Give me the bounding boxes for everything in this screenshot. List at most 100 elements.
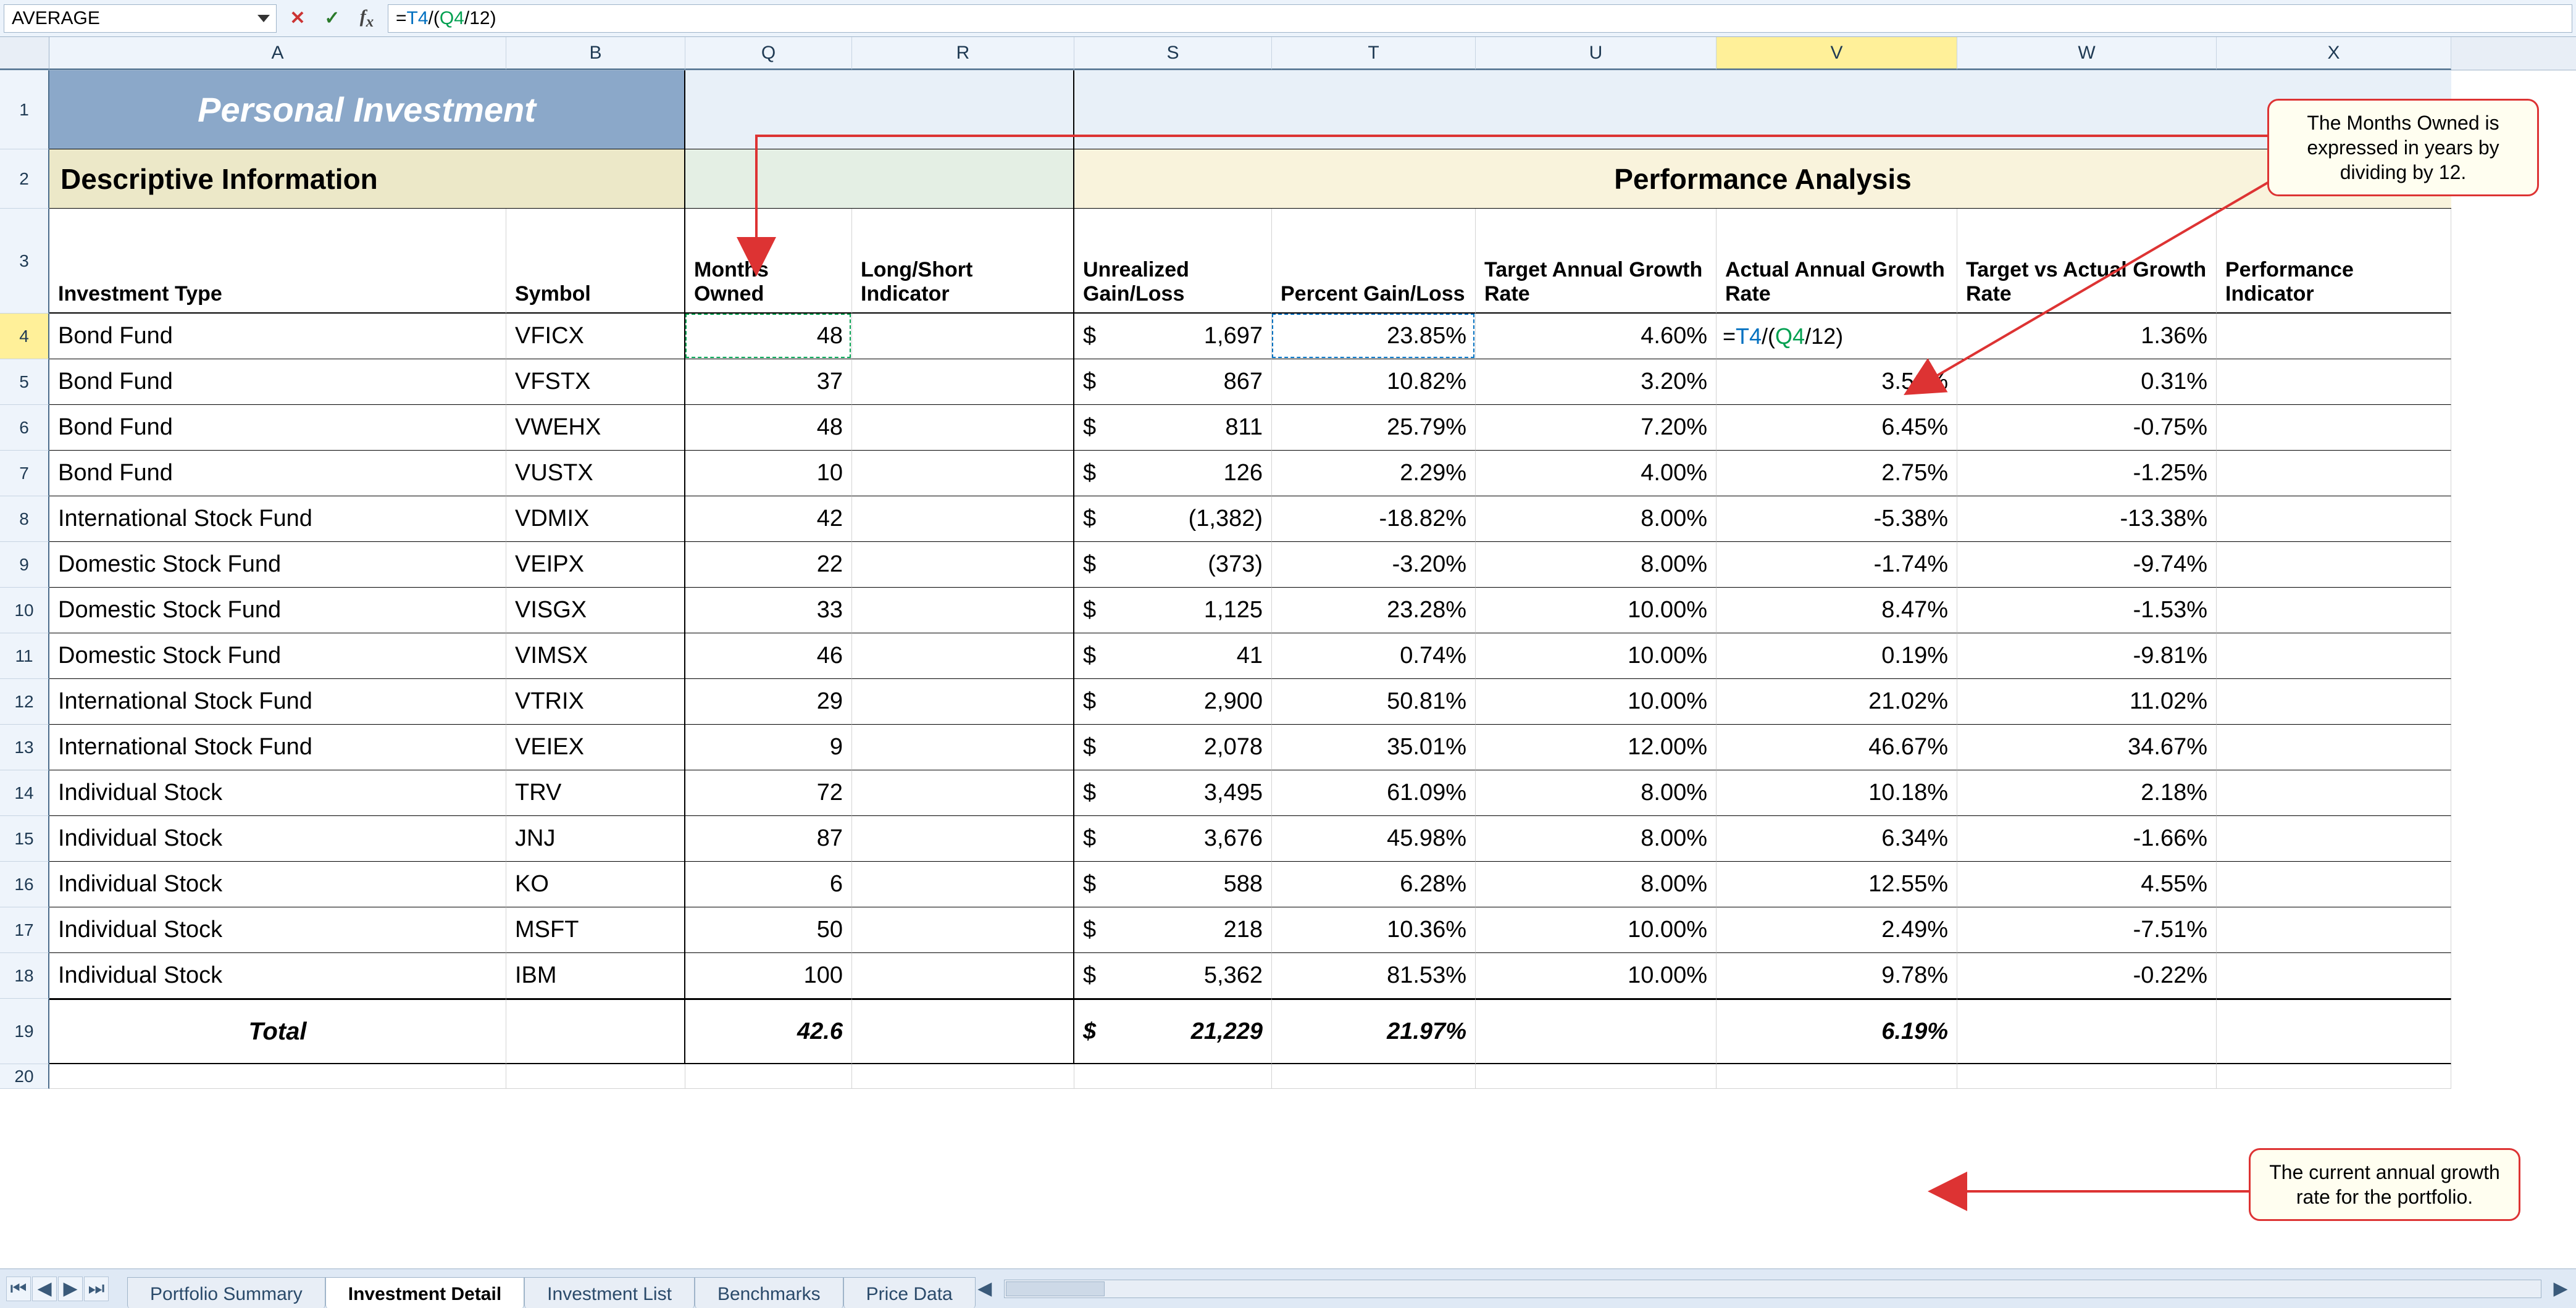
sheet-tab[interactable]: Benchmarks (695, 1277, 843, 1308)
cell-7-W[interactable]: -1.25% (1957, 451, 2217, 496)
total-T[interactable]: 21.97% (1272, 999, 1476, 1064)
cell-17-B[interactable]: MSFT (506, 907, 685, 953)
row-header-7[interactable]: 7 (0, 451, 49, 496)
cell-13-S[interactable]: $2,078 (1074, 725, 1272, 770)
cell-6-Q[interactable]: 48 (685, 405, 852, 451)
blank-A[interactable] (49, 1064, 506, 1089)
col-header-R[interactable]: R (852, 37, 1074, 70)
cell-6-U[interactable]: 7.20% (1476, 405, 1717, 451)
total-U[interactable] (1476, 999, 1717, 1064)
cell-9-U[interactable]: 8.00% (1476, 542, 1717, 588)
cell-16-B[interactable]: KO (506, 862, 685, 907)
total-S[interactable]: $$ 21,22921,229 (1074, 999, 1272, 1064)
cell-4-U[interactable]: 4.60% (1476, 314, 1717, 359)
blank-S[interactable] (1074, 1064, 1272, 1089)
cell-14-U[interactable]: 8.00% (1476, 770, 1717, 816)
cell-12-U[interactable]: 10.00% (1476, 679, 1717, 725)
col-header-S[interactable]: S (1074, 37, 1272, 70)
row-header-14[interactable]: 14 (0, 770, 49, 816)
cell-5-U[interactable]: 3.20% (1476, 359, 1717, 405)
cell-11-A[interactable]: Domestic Stock Fund (49, 633, 506, 679)
cell-18-V[interactable]: 9.78% (1717, 953, 1957, 999)
hdr-symbol[interactable]: Symbol (506, 209, 685, 314)
hdr-investment-type[interactable]: Investment Type (49, 209, 506, 314)
cell-9-X[interactable] (2217, 542, 2451, 588)
blank-T[interactable] (1272, 1064, 1476, 1089)
tab-nav-first-icon[interactable]: ⏮ (6, 1277, 31, 1301)
cell-9-V[interactable]: -1.74% (1717, 542, 1957, 588)
cell-18-R[interactable] (852, 953, 1074, 999)
cell-8-S[interactable]: $(1,382) (1074, 496, 1272, 542)
cell-4-B[interactable]: VFICX (506, 314, 685, 359)
cell-15-A[interactable]: Individual Stock (49, 816, 506, 862)
col-header-U[interactable]: U (1476, 37, 1717, 70)
cell-15-T[interactable]: 45.98% (1272, 816, 1476, 862)
cell-15-B[interactable]: JNJ (506, 816, 685, 862)
row-header-9[interactable]: 9 (0, 542, 49, 588)
cell-9-B[interactable]: VEIPX (506, 542, 685, 588)
cell-8-X[interactable] (2217, 496, 2451, 542)
cell-13-R[interactable] (852, 725, 1074, 770)
cell-14-W[interactable]: 2.18% (1957, 770, 2217, 816)
cell-5-T[interactable]: 10.82% (1272, 359, 1476, 405)
cell-12-B[interactable]: VTRIX (506, 679, 685, 725)
cell-17-R[interactable] (852, 907, 1074, 953)
cell-4-Q[interactable]: 48 (685, 314, 852, 359)
row-header-16[interactable]: 16 (0, 862, 49, 907)
cell-14-B[interactable]: TRV (506, 770, 685, 816)
cell-6-R[interactable] (852, 405, 1074, 451)
cell-18-U[interactable]: 10.00% (1476, 953, 1717, 999)
cell-17-U[interactable]: 10.00% (1476, 907, 1717, 953)
cell-16-R[interactable] (852, 862, 1074, 907)
cell-7-S[interactable]: $126 (1074, 451, 1272, 496)
tab-nav-last-icon[interactable]: ⏭ (84, 1277, 109, 1301)
cell-17-T[interactable]: 10.36% (1272, 907, 1476, 953)
cell-12-S[interactable]: $2,900 (1074, 679, 1272, 725)
total-B[interactable] (506, 999, 685, 1064)
cell-6-X[interactable] (2217, 405, 2451, 451)
cell-14-S[interactable]: $3,495 (1074, 770, 1272, 816)
cell-7-U[interactable]: 4.00% (1476, 451, 1717, 496)
cell-18-X[interactable] (2217, 953, 2451, 999)
fx-icon[interactable]: fx (353, 5, 380, 32)
cell-18-T[interactable]: 81.53% (1272, 953, 1476, 999)
cell-17-A[interactable]: Individual Stock (49, 907, 506, 953)
row-header-3[interactable]: 3 (0, 209, 49, 314)
cell-15-S[interactable]: $3,676 (1074, 816, 1272, 862)
cell-15-R[interactable] (852, 816, 1074, 862)
cell-18-S[interactable]: $5,362 (1074, 953, 1272, 999)
cell-11-Q[interactable]: 46 (685, 633, 852, 679)
cell-14-X[interactable] (2217, 770, 2451, 816)
cell-17-V[interactable]: 2.49% (1717, 907, 1957, 953)
blank-X[interactable] (2217, 1064, 2451, 1089)
blank-W[interactable] (1957, 1064, 2217, 1089)
cell-8-B[interactable]: VDMIX (506, 496, 685, 542)
cell-4-W[interactable]: 1.36% (1957, 314, 2217, 359)
cell-9-W[interactable]: -9.74% (1957, 542, 2217, 588)
cell-11-R[interactable] (852, 633, 1074, 679)
cell-16-U[interactable]: 8.00% (1476, 862, 1717, 907)
name-box[interactable] (4, 4, 277, 33)
col-header-Q[interactable]: Q (685, 37, 852, 70)
cell-10-X[interactable] (2217, 588, 2451, 633)
cell-6-W[interactable]: -0.75% (1957, 405, 2217, 451)
cell-18-Q[interactable]: 100 (685, 953, 852, 999)
cell-16-V[interactable]: 12.55% (1717, 862, 1957, 907)
cell-4-X[interactable] (2217, 314, 2451, 359)
hdr-target-vs-actual[interactable]: Target vs Actual Growth Rate (1957, 209, 2217, 314)
row-header-15[interactable]: 15 (0, 816, 49, 862)
blank-R[interactable] (852, 1064, 1074, 1089)
cell-9-R[interactable] (852, 542, 1074, 588)
col-header-X[interactable]: X (2217, 37, 2451, 70)
cell-13-V[interactable]: 46.67% (1717, 725, 1957, 770)
row-header-8[interactable]: 8 (0, 496, 49, 542)
cell-5-S[interactable]: $867 (1074, 359, 1272, 405)
cell-11-S[interactable]: $41 (1074, 633, 1272, 679)
cell-17-Q[interactable]: 50 (685, 907, 852, 953)
cell-12-Q[interactable]: 29 (685, 679, 852, 725)
cell-10-W[interactable]: -1.53% (1957, 588, 2217, 633)
cell-12-X[interactable] (2217, 679, 2451, 725)
cell-9-S[interactable]: $(373) (1074, 542, 1272, 588)
cell-11-B[interactable]: VIMSX (506, 633, 685, 679)
cell-12-A[interactable]: International Stock Fund (49, 679, 506, 725)
